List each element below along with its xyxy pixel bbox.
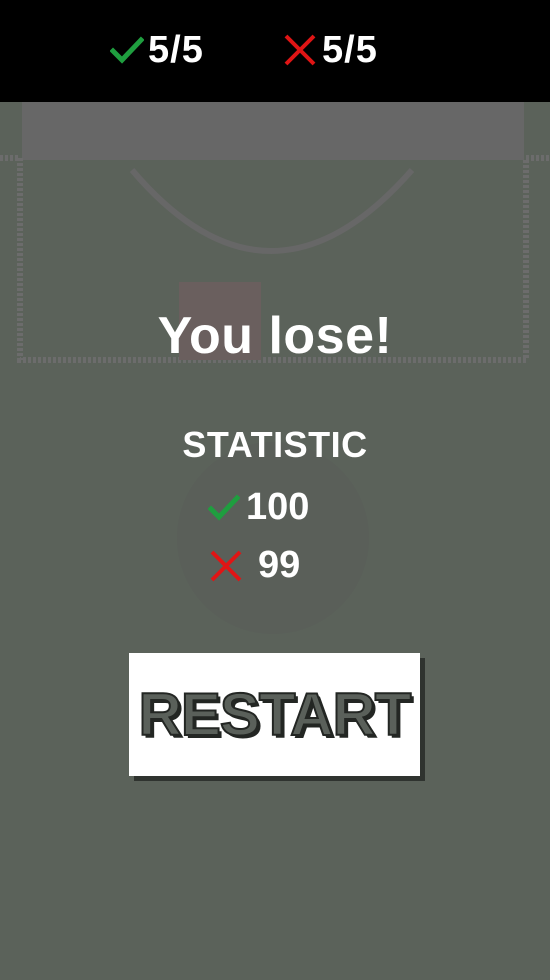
statistic-correct-row: 100	[208, 486, 309, 529]
restart-button[interactable]: RESTART	[129, 653, 420, 776]
check-icon	[110, 36, 144, 64]
statistic-wrong-row: 99	[208, 544, 300, 587]
center-circle	[177, 442, 369, 634]
restart-label: RESTART	[138, 680, 413, 749]
three-point-arc	[129, 168, 415, 254]
statistic-correct-value: 100	[246, 486, 310, 528]
basketball-court	[0, 102, 550, 634]
wrong-score: 5/5	[282, 26, 378, 74]
statistic-title: STATISTIC	[182, 424, 368, 465]
backboard-area	[22, 102, 524, 160]
check-icon	[208, 493, 240, 521]
result-title: You lose!	[157, 307, 393, 365]
wrong-score-value: 5/5	[322, 28, 378, 71]
cross-icon	[210, 550, 242, 581]
hud-bar: 5/5 5/5	[0, 0, 550, 102]
statistic-wrong-value: 99	[258, 544, 301, 586]
correct-score-value: 5/5	[148, 28, 204, 71]
correct-score: 5/5	[110, 26, 204, 74]
cross-icon	[284, 34, 316, 66]
